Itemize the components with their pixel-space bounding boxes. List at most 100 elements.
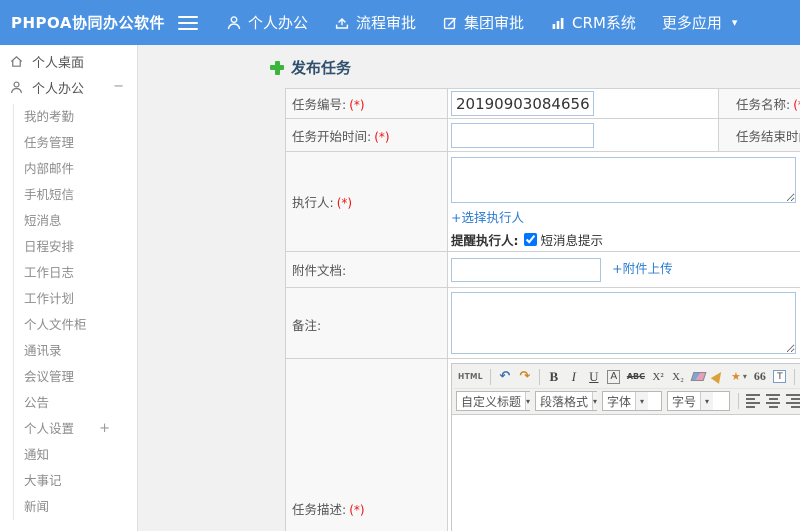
attachment-input[interactable] <box>451 257 601 282</box>
align-right-button[interactable] <box>786 393 800 409</box>
field-label-attachment: 附件文档: <box>285 251 448 288</box>
sidebar-item[interactable]: 个人设置 + <box>14 416 137 442</box>
sidebar-item-label: 会议管理 <box>24 369 75 384</box>
sidebar-item[interactable]: 工作日志 <box>14 260 137 286</box>
sidebar-item-label: 我的考勤 <box>24 109 75 124</box>
nav-label: 集团审批 <box>464 14 525 32</box>
editor-toolbar: HTML↶↷BIUAABCX²X₂★▾66TA▾ 自定义标题▾段落格式▾字体▾字… <box>452 364 800 415</box>
attachment-upload-link[interactable]: +附件上传 <box>612 261 672 276</box>
underline-button[interactable]: U <box>585 367 603 386</box>
required-marker: (*) <box>349 503 365 517</box>
caret-down-icon: ▾ <box>742 372 747 381</box>
sidebar-item-label: 大事记 <box>24 473 62 488</box>
bold-icon: B <box>549 368 559 384</box>
required-marker: (*) <box>374 129 390 144</box>
paragraph-format-select[interactable]: 段落格式 ▾ <box>535 391 598 411</box>
remark-textarea[interactable] <box>451 292 796 354</box>
sms-remind-checkbox[interactable] <box>523 233 537 246</box>
editor-content-area[interactable] <box>452 415 800 531</box>
italic-icon: I <box>571 368 577 384</box>
sidebar-item-label: 个人桌面 <box>32 55 85 71</box>
subscript-button[interactable]: X₂ <box>669 367 687 386</box>
executor-textarea[interactable] <box>451 157 796 203</box>
toolbar-separator <box>538 368 540 385</box>
required-marker: (*) <box>349 98 365 112</box>
expand-toggle-icon[interactable]: + <box>99 417 110 441</box>
sidebar-item-label: 手机短信 <box>24 187 75 202</box>
user-icon <box>9 80 24 95</box>
custom-title-select[interactable]: 自定义标题 ▾ <box>456 391 531 411</box>
format-brush-button[interactable] <box>709 367 727 386</box>
sup-sub-icon: X₂ <box>672 370 684 383</box>
topbar-nav-item[interactable]: 流程审批 <box>334 12 416 33</box>
toolbar-separator <box>738 393 739 409</box>
blockquote-icon: 66 <box>753 369 766 383</box>
topbar-nav-item[interactable]: 个人办公 <box>226 12 308 33</box>
topbar-nav-item[interactable]: 更多应用 ▾ <box>662 12 738 33</box>
sidebar-item[interactable]: 大事记 <box>14 468 137 494</box>
topbar-nav-item[interactable]: CRM系统 <box>550 12 636 33</box>
select-executor-link[interactable]: +选择执行人 <box>451 210 524 225</box>
char-border-button[interactable]: A <box>605 367 623 386</box>
sidebar: 个人桌面 个人办公 − 我的考勤任务管理内部邮件手机短信短消息 日程安排 工作日志工… <box>0 45 138 531</box>
align-center-button[interactable] <box>766 393 780 409</box>
field-label-executor: 执行人: (*) <box>285 151 448 252</box>
toolbar-separator <box>489 368 491 385</box>
home-icon <box>9 54 24 69</box>
sidebar-item[interactable]: 任务管理 <box>14 130 137 156</box>
user-icon <box>226 15 242 31</box>
app-brand: PHPOA协同办公软件 <box>11 14 165 32</box>
sidebar-item[interactable]: 我的考勤 <box>14 104 137 130</box>
insert-wand-button[interactable]: ★ ▾ <box>729 367 749 386</box>
strikethrough-button[interactable]: ABC <box>625 367 647 386</box>
source-button[interactable]: HTML <box>456 367 485 386</box>
remove-format-button[interactable] <box>689 367 707 386</box>
sidebar-item[interactable]: 手机短信 <box>14 182 137 208</box>
topbar-nav-item[interactable]: 集团审批 <box>442 12 524 33</box>
sidebar-item-label: 通讯录 <box>24 343 62 358</box>
sidebar-item[interactable]: 公告 <box>14 390 137 416</box>
caret-down-icon: ▾ <box>592 392 598 410</box>
sidebar-item[interactable]: 日程安排 <box>14 234 137 260</box>
redo-button[interactable]: ↷ <box>516 367 534 386</box>
font-size-select[interactable]: 字号 ▾ <box>667 391 730 411</box>
field-label-task-name: 任务名称:(*) <box>718 88 800 119</box>
sidebar-item-label: 内部邮件 <box>24 161 75 176</box>
undo-icon: ↶ <box>499 369 511 384</box>
sidebar-item[interactable]: 短消息 <box>14 208 137 234</box>
wand-icon: ★ <box>731 370 741 383</box>
menu-toggle-button[interactable] <box>178 15 198 30</box>
blockquote-button[interactable]: 66 <box>751 367 769 386</box>
remind-executor-label: 提醒执行人: <box>451 233 519 248</box>
sidebar-group-label: 个人办公 <box>32 81 85 97</box>
task-number-input[interactable] <box>451 91 594 116</box>
rich-text-editor: HTML↶↷BIUAABCX²X₂★▾66TA▾ 自定义标题▾段落格式▾字体▾字… <box>451 363 800 531</box>
sidebar-item[interactable]: 通讯录 <box>14 338 137 364</box>
sidebar-item[interactable]: 新闻 <box>14 494 137 520</box>
editor-toolbar-row2: 自定义标题 ▾ 段落格式 ▾ 字体 ▾ 字号 ▾ <box>454 388 800 413</box>
select-value: 自定义标题 <box>461 394 522 409</box>
paste-button[interactable]: T <box>771 367 789 386</box>
select-value: 字体 <box>607 394 632 409</box>
align-left-button[interactable] <box>746 393 760 409</box>
sidebar-item[interactable]: 会议管理 <box>14 364 137 390</box>
sidebar-item[interactable]: 内部邮件 <box>14 156 137 182</box>
bold-button[interactable]: B <box>545 367 563 386</box>
italic-button[interactable]: I <box>565 367 583 386</box>
font-family-select[interactable]: 字体 ▾ <box>602 391 662 411</box>
sidebar-item[interactable]: 通知 <box>14 442 137 468</box>
sidebar-item-label: 新闻 <box>24 499 50 514</box>
sidebar-item[interactable]: 个人文件柜 <box>14 312 137 338</box>
sidebar-item-label: 个人文件柜 <box>24 317 87 332</box>
collapse-toggle-icon[interactable]: − <box>113 75 124 99</box>
sidebar-item-desktop[interactable]: 个人桌面 <box>0 49 137 73</box>
sidebar-item[interactable]: 工作计划 <box>14 286 137 312</box>
nav-label: 更多应用 <box>661 14 722 32</box>
undo-button[interactable]: ↶ <box>496 367 514 386</box>
sidebar-item-label: 通知 <box>24 447 50 462</box>
topbar: PHPOA协同办公软件 个人办公 流程审批 集团审批 CRM系统 更多应用 ▾ <box>0 0 800 45</box>
superscript-button[interactable]: X² <box>649 367 667 386</box>
sidebar-group-personal-office[interactable]: 个人办公 − <box>0 75 137 99</box>
sidebar-item-label: 个人设置 <box>24 421 75 436</box>
start-time-input[interactable] <box>451 122 594 148</box>
